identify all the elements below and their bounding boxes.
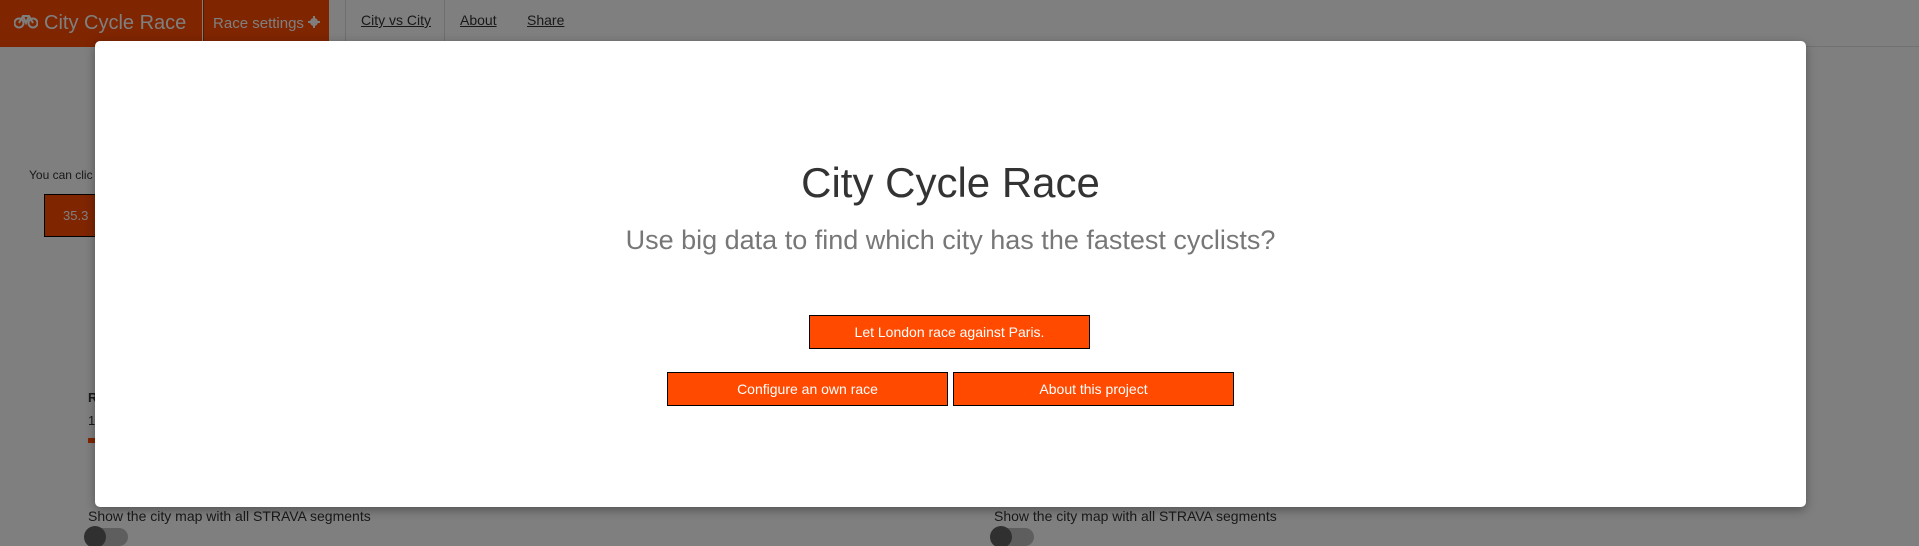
modal-subtitle: Use big data to find which city has the … [625,225,1276,255]
about-project-button[interactable]: About this project [953,372,1234,406]
london-vs-paris-button[interactable]: Let London race against Paris. [809,315,1090,349]
modal-title: City Cycle Race [801,159,1100,206]
configure-race-button[interactable]: Configure an own race [667,372,948,406]
welcome-modal: City Cycle Race Use big data to find whi… [95,41,1806,507]
